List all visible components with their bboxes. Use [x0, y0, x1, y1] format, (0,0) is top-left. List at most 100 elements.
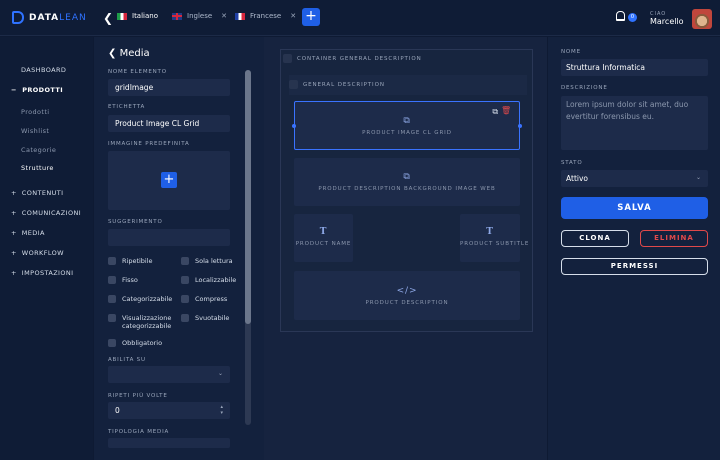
tipologia-media-select[interactable] — [108, 438, 230, 448]
checkbox-obbligatorio[interactable]: Obbligatorio — [108, 339, 162, 347]
form-scrollbar[interactable] — [245, 70, 251, 425]
sidebar-item-contenuti[interactable]: + CONTENUTI — [11, 189, 64, 197]
suggerimento-input[interactable] — [108, 229, 230, 246]
checkbox-icon — [181, 257, 189, 265]
plus-icon: + — [11, 269, 17, 277]
block-product-image-grid[interactable]: ⧉ PRODUCT IMAGE CL GRID ⧉ 🗑︎ — [294, 101, 520, 150]
drag-handle-icon[interactable] — [289, 80, 298, 89]
logo-prefix: DATA — [29, 12, 60, 23]
block-product-description-bg-image[interactable]: ⧉ PRODUCT DESCRIPTION BACKGROUND IMAGE WE… — [294, 158, 520, 206]
default-image-dropzone[interactable]: + — [108, 151, 230, 210]
drag-handle-icon[interactable] — [283, 54, 292, 63]
delete-button[interactable]: ELIMINA — [640, 230, 708, 247]
container-title: CONTAINER GENERAL DESCRIPTION — [297, 55, 422, 62]
tab-lang-francese[interactable]: Francese ✕ — [235, 12, 296, 20]
descrizione-textarea[interactable]: Lorem ipsum dolor sit amet, duo evertitu… — [561, 96, 708, 150]
tab-lang-italiano[interactable]: Italiano — [117, 12, 158, 20]
element-form-panel: ❮ Media NOME ELEMENTO gridImage ETICHETT… — [94, 37, 264, 460]
duplicate-icon[interactable]: ⧉ — [492, 107, 499, 117]
add-language-button[interactable]: + — [302, 8, 320, 26]
checkbox-visualizzazione-categorizzabile[interactable]: Visualizzazione categorizzabile — [108, 314, 180, 330]
lang-label: Inglese — [187, 12, 213, 20]
sidebar-item-label: IMPOSTAZIONI — [21, 269, 74, 277]
sidebar-item-label: MEDIA — [21, 229, 45, 237]
text-icon: T — [486, 227, 494, 237]
block-label: PRODUCT SUBTITLE — [460, 241, 530, 247]
block-product-description[interactable]: </> PRODUCT DESCRIPTION — [294, 271, 520, 320]
checkbox-icon — [108, 295, 116, 303]
sidebar-item-prodotti[interactable]: − PRODOTTI — [11, 86, 63, 94]
logo-icon — [12, 11, 24, 24]
stepper-arrows-icon[interactable]: ▴ ▾ — [220, 404, 223, 416]
sidebar-item-dashboard[interactable]: DASHBOARD — [21, 66, 66, 74]
checkbox-icon — [108, 257, 116, 265]
sidebar-subitem-wishlist[interactable]: Wishlist — [21, 127, 49, 135]
etichetta-input[interactable]: Product Image CL Grid — [108, 115, 230, 132]
chevron-left-icon[interactable]: ❮ — [108, 48, 116, 59]
checkbox-ripetibile[interactable]: Ripetibile — [108, 257, 153, 265]
clone-button[interactable]: CLONA — [561, 230, 629, 247]
nome-input[interactable]: Struttura Informatica — [561, 59, 708, 76]
checkbox-svuotabile[interactable]: Svuotabile — [181, 314, 229, 322]
block-label: PRODUCT DESCRIPTION BACKGROUND IMAGE WEB — [318, 186, 496, 192]
trash-icon[interactable]: 🗑︎ — [501, 106, 512, 115]
checkbox-icon — [108, 314, 116, 322]
plus-icon: + — [11, 209, 17, 217]
lang-label: Italiano — [132, 12, 158, 20]
sidebar-subitem-prodotti[interactable]: Prodotti — [21, 108, 50, 116]
checkbox-compress[interactable]: Compress — [181, 295, 227, 303]
block-product-name[interactable]: T PRODUCT NAME — [294, 214, 353, 262]
save-button[interactable]: SALVA — [561, 197, 708, 219]
panel-title-text: Media — [119, 48, 150, 59]
sidebar-item-impostazioni[interactable]: + IMPOSTAZIONI — [11, 269, 73, 277]
plus-icon: + — [11, 249, 17, 257]
checkbox-localizzabile[interactable]: Localizzabile — [181, 276, 236, 284]
logo-suffix: LEAN — [59, 12, 87, 23]
suggerimento-label: SUGGERIMENTO — [108, 219, 163, 225]
sidebar-subitem-strutture[interactable]: Strutture — [21, 164, 54, 172]
close-icon[interactable]: ✕ — [290, 12, 296, 20]
avatar[interactable] — [692, 9, 712, 29]
checkbox-sola-lettura[interactable]: Sola lettura — [181, 257, 233, 265]
sidebar-item-label: PRODOTTI — [22, 86, 64, 94]
stato-label: STATO — [561, 160, 583, 166]
resize-handle[interactable] — [292, 124, 296, 128]
checkbox-label: Ripetibile — [122, 257, 153, 265]
block-product-subtitle[interactable]: T PRODUCT SUBTITLE — [460, 214, 528, 262]
group-title: GENERAL DESCRIPTION — [303, 81, 385, 88]
tab-lang-inglese[interactable]: Inglese ✕ — [172, 12, 227, 20]
nome-elemento-input[interactable]: gridImage — [108, 79, 230, 96]
descrizione-label: DESCRIZIONE — [561, 85, 608, 91]
sidebar-item-comunicazioni[interactable]: + COMUNICAZIONI — [11, 209, 81, 217]
ripeti-stepper[interactable]: 0 ▴ ▾ — [108, 402, 230, 419]
checkbox-fisso[interactable]: Fisso — [108, 276, 138, 284]
plus-icon: + — [11, 229, 17, 237]
chevron-down-icon: ⌄ — [695, 174, 701, 181]
sidebar-item-media[interactable]: + MEDIA — [11, 229, 45, 237]
tipologia-media-label: TIPOLOGIA MEDIA — [108, 429, 170, 435]
chevron-left-icon[interactable]: ❮ — [103, 11, 113, 25]
sidebar-item-label: WORKFLOW — [21, 249, 64, 257]
logo[interactable]: DATALEAN — [12, 11, 87, 24]
close-icon[interactable]: ✕ — [221, 12, 227, 20]
text-icon: T — [319, 227, 328, 237]
sidebar-subitem-categorie[interactable]: Categorie — [21, 146, 56, 154]
abilita-su-select[interactable]: ⌄ — [108, 366, 230, 383]
checkbox-label: Visualizzazione categorizzabile — [122, 314, 172, 330]
sidebar-item-workflow[interactable]: + WORKFLOW — [11, 249, 64, 257]
minus-icon: − — [11, 86, 17, 94]
structure-canvas: CONTAINER GENERAL DESCRIPTION GENERAL DE… — [264, 37, 547, 460]
permissions-button[interactable]: PERMESSI — [561, 258, 708, 275]
resize-handle[interactable] — [518, 124, 522, 128]
scrollbar-thumb[interactable] — [245, 70, 251, 324]
checkbox-categorizzabile[interactable]: Categorizzabile — [108, 295, 172, 303]
checkbox-icon — [181, 276, 189, 284]
abilita-su-label: ABILITA SU — [108, 357, 146, 363]
checkbox-label: Fisso — [122, 276, 138, 284]
user-name: Marcello — [650, 17, 684, 26]
stato-select[interactable]: Attivo ⌄ — [561, 170, 708, 187]
sidebar-item-label: CONTENUTI — [21, 189, 64, 197]
bell-icon[interactable] — [616, 11, 625, 21]
add-image-button[interactable]: + — [161, 172, 177, 188]
general-description-group[interactable]: GENERAL DESCRIPTION — [289, 75, 527, 95]
